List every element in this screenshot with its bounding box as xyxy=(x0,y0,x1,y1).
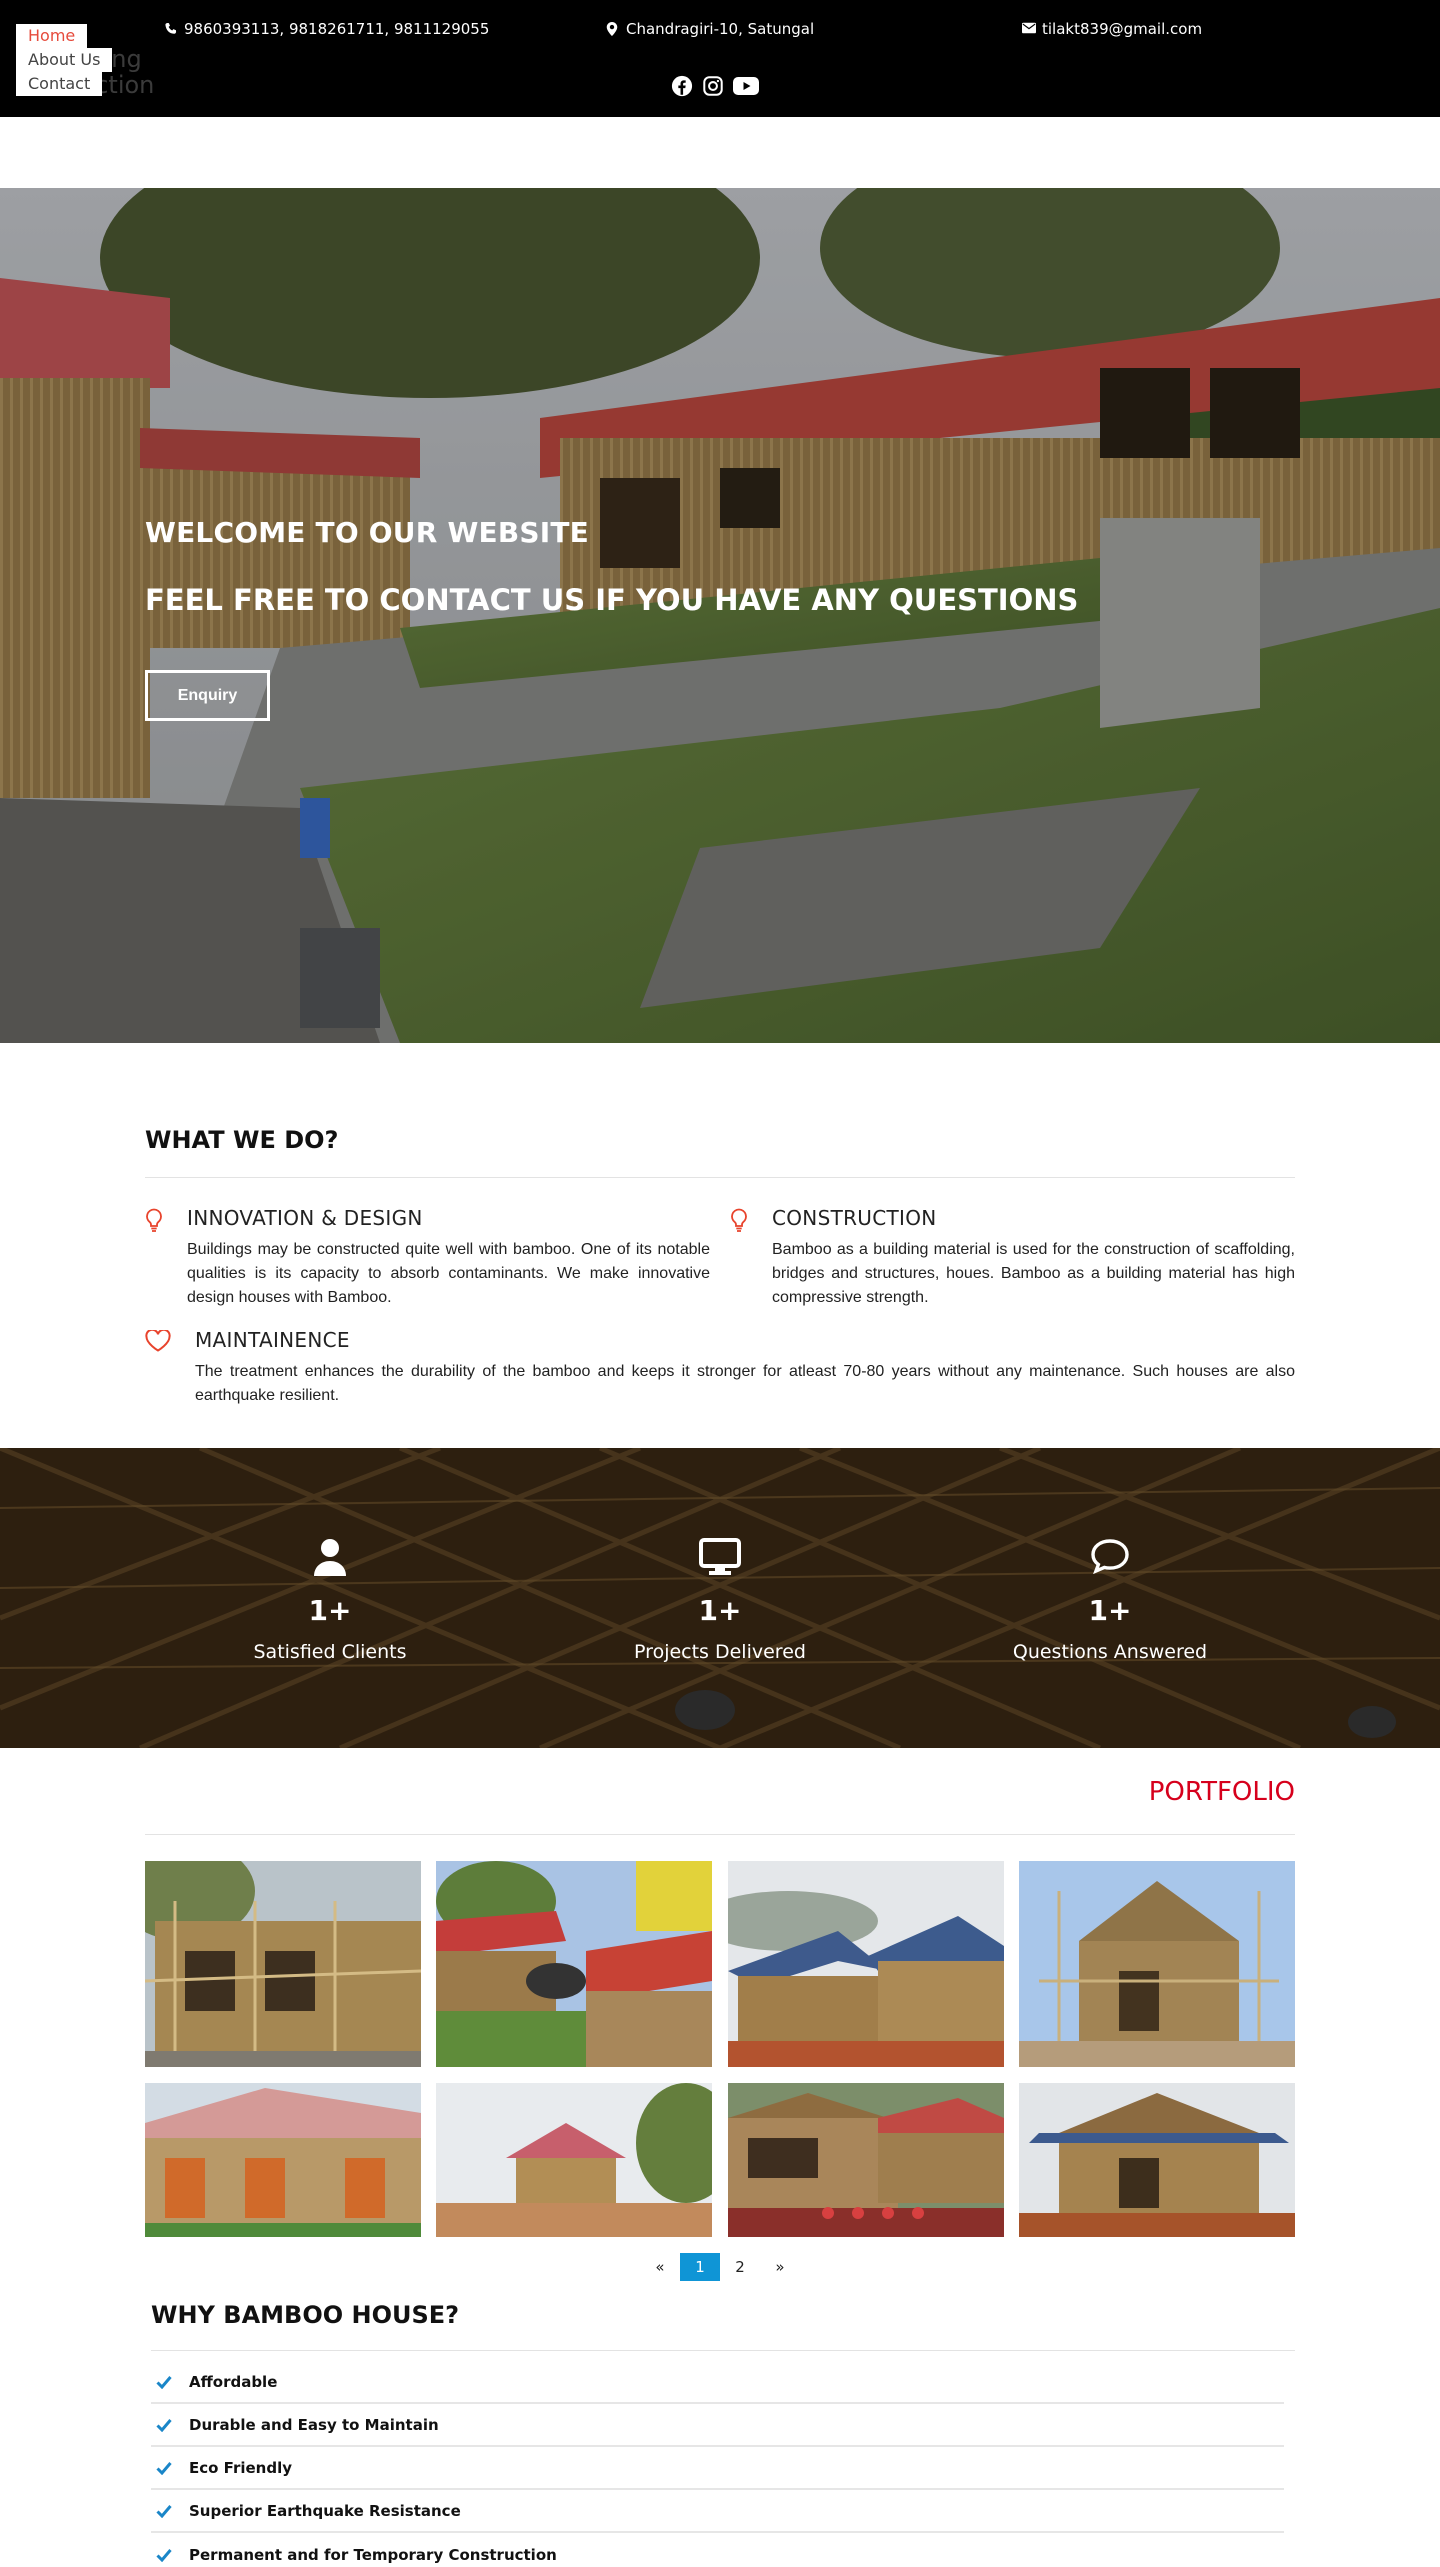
stat-number: 1+ xyxy=(308,1594,352,1627)
portfolio-image-7[interactable] xyxy=(728,2083,1004,2237)
service-construction: CONSTRUCTION Bamboo as a building materi… xyxy=(730,1206,1295,1316)
why-item-label: Eco Friendly xyxy=(189,2458,293,2477)
envelope-icon xyxy=(1022,22,1036,36)
check-icon xyxy=(156,2504,172,2518)
service-title: INNOVATION & DESIGN xyxy=(187,1206,423,1230)
why-item-label: Permanent and for Temporary Construction xyxy=(189,2545,557,2564)
service-text: The treatment enhances the durability of… xyxy=(195,1363,1295,1404)
phone-icon xyxy=(164,22,178,36)
why-item-label: Affordable xyxy=(189,2372,278,2391)
instagram-icon[interactable] xyxy=(702,75,724,97)
portfolio-image-6[interactable] xyxy=(436,2083,712,2237)
nav-item-about-us[interactable]: About Us xyxy=(16,48,113,72)
section-divider xyxy=(145,1834,1295,1835)
pagination-prev[interactable]: « xyxy=(640,2253,680,2281)
main-nav: Home About Us Contact xyxy=(16,24,113,96)
youtube-icon[interactable] xyxy=(733,76,759,96)
hero-title: WELCOME TO OUR WEBSITE xyxy=(145,516,590,549)
email-text[interactable]: tilakt839@gmail.com xyxy=(1042,20,1202,38)
nav-item-home[interactable]: Home xyxy=(16,24,88,48)
service-maintainence: MAINTAINENCE The treatment enhances the … xyxy=(145,1328,1295,1408)
why-list-item: Superior Earthquake Resistance xyxy=(151,2490,1284,2533)
check-icon xyxy=(156,2548,172,2562)
section-divider xyxy=(151,2350,1295,2351)
social-links xyxy=(671,75,759,97)
address-text: Chandragiri-10, Satungal xyxy=(626,20,815,38)
chat-bubble-icon xyxy=(960,1538,1260,1580)
check-icon xyxy=(156,2461,172,2475)
stat-projects-delivered: 1+ Projects Delivered xyxy=(570,1538,870,1663)
what-we-do-title: WHAT WE DO? xyxy=(145,1126,339,1154)
why-item-label: Superior Earthquake Resistance xyxy=(189,2501,461,2520)
monitor-icon xyxy=(570,1538,870,1580)
portfolio-image-2[interactable] xyxy=(436,1861,712,2067)
hero-subtitle: FEEL FREE TO CONTACT US IF YOU HAVE ANY … xyxy=(145,583,1079,617)
why-list-item: Affordable xyxy=(151,2361,1284,2404)
user-icon xyxy=(180,1538,480,1580)
pagination-next[interactable]: » xyxy=(760,2253,800,2281)
portfolio-title: PORTFOLIO xyxy=(1148,1777,1295,1807)
stat-label: Questions Answered xyxy=(1012,1641,1208,1663)
stat-number: 1+ xyxy=(1088,1594,1132,1627)
stat-questions-answered: 1+ Questions Answered xyxy=(960,1538,1260,1663)
why-list-item: Eco Friendly xyxy=(151,2447,1284,2490)
why-bamboo-title: WHY BAMBOO HOUSE? xyxy=(151,2301,460,2329)
portfolio-image-5[interactable] xyxy=(145,2083,421,2237)
portfolio-image-8[interactable] xyxy=(1019,2083,1295,2237)
portfolio-image-4[interactable] xyxy=(1019,1861,1295,2067)
heart-icon xyxy=(145,1328,171,1356)
address-info: Chandragiri-10, Satungal xyxy=(606,20,814,38)
section-divider xyxy=(145,1177,1295,1178)
lightbulb-icon xyxy=(730,1208,748,1236)
service-text: Bamboo as a building material is used fo… xyxy=(772,1241,1295,1306)
portfolio-image-1[interactable] xyxy=(145,1861,421,2067)
stat-label: Satisfied Clients xyxy=(253,1641,407,1663)
stat-number: 1+ xyxy=(698,1594,742,1627)
phone-info: 9860393113, 9818261711, 9811129055 xyxy=(164,20,489,38)
why-list-item: Permanent and for Temporary Construction xyxy=(151,2533,1284,2567)
hero-banner: WELCOME TO OUR WEBSITE FEEL FREE TO CONT… xyxy=(0,188,1440,1043)
why-item-label: Durable and Easy to Maintain xyxy=(189,2415,439,2434)
service-innovation-design: INNOVATION & DESIGN Buildings may be con… xyxy=(145,1206,710,1316)
stats-banner: 1+ Satisfied Clients 1+ Projects Deliver… xyxy=(0,1448,1440,1748)
stat-label: Projects Delivered xyxy=(634,1641,806,1663)
check-icon xyxy=(156,2375,172,2389)
nav-item-contact[interactable]: Contact xyxy=(16,72,103,96)
top-bar: 9860393113, 9818261711, 9811129055 Chand… xyxy=(0,0,1440,117)
enquiry-button[interactable]: Enquiry xyxy=(145,670,270,721)
service-title: MAINTAINENCE xyxy=(195,1328,350,1352)
pagination-page-1[interactable]: 1 xyxy=(680,2253,720,2281)
why-list-item: Durable and Easy to Maintain xyxy=(151,2404,1284,2447)
pagination: « 1 2 » xyxy=(640,2253,800,2281)
pagination-page-2[interactable]: 2 xyxy=(720,2253,760,2281)
portfolio-image-3[interactable] xyxy=(728,1861,1004,2067)
stat-satisfied-clients: 1+ Satisfied Clients xyxy=(180,1538,480,1663)
lightbulb-icon xyxy=(145,1208,163,1236)
service-text: Buildings may be constructed quite well … xyxy=(187,1241,710,1306)
map-marker-icon xyxy=(606,22,620,36)
phone-numbers: 9860393113, 9818261711, 9811129055 xyxy=(184,20,490,38)
facebook-icon[interactable] xyxy=(671,75,693,97)
email-info: tilakt839@gmail.com xyxy=(1022,20,1202,38)
service-title: CONSTRUCTION xyxy=(772,1206,937,1230)
check-icon xyxy=(156,2418,172,2432)
